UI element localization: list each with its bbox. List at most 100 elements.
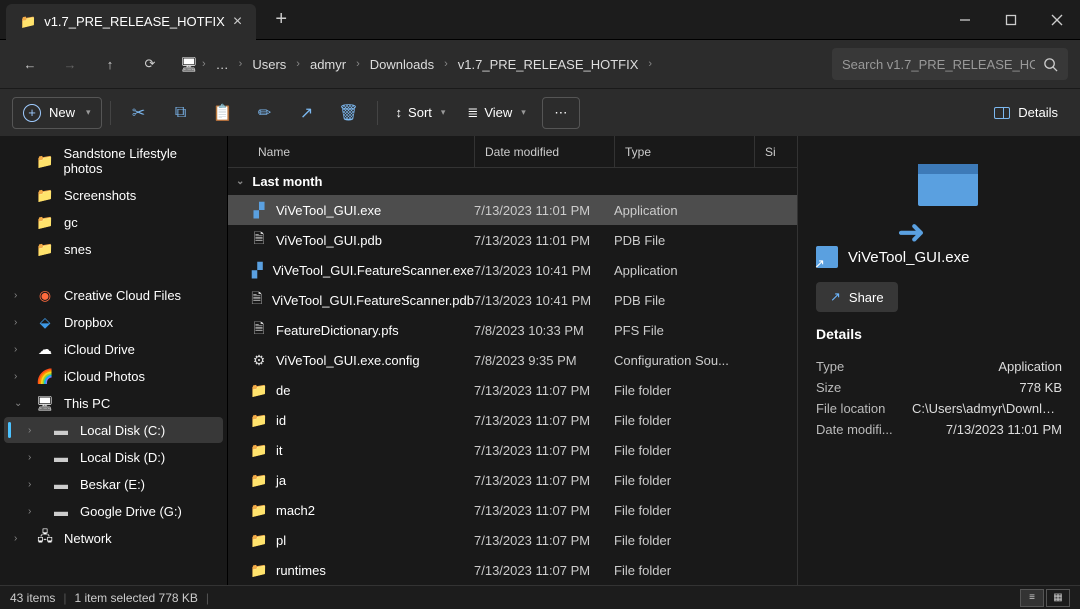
copy-button[interactable]: ⧉ [161, 95, 201, 131]
breadcrumb-item[interactable]: Downloads [364, 53, 440, 76]
group-header[interactable]: ⌄ Last month [228, 168, 797, 195]
chevron-right-icon[interactable]: › [14, 533, 17, 544]
sidebar-item-network[interactable]: › 🖧 Network [4, 525, 223, 551]
share-button[interactable]: ↗ [287, 95, 327, 131]
new-button[interactable]: + New ▾ [12, 97, 102, 129]
column-size[interactable]: Si [754, 136, 794, 167]
file-type: File folder [614, 473, 754, 488]
sidebar-drive-item[interactable]: ›▬Google Drive (G:) [4, 498, 223, 524]
breadcrumb-item[interactable]: v1.7_PRE_RELEASE_HOTFIX [452, 53, 645, 76]
file-row[interactable]: 🗎ViVeTool_GUI.FeatureScanner.pdb 7/13/20… [228, 285, 797, 315]
file-type: File folder [614, 443, 754, 458]
navigation-sidebar[interactable]: 📁Sandstone Lifestyle photos📁Screenshots📁… [0, 136, 228, 585]
chevron-right-icon[interactable]: › [28, 479, 31, 490]
drive-icon: ▬ [52, 422, 70, 438]
chevron-right-icon[interactable]: › [28, 452, 31, 463]
file-row[interactable]: ⚙ViVeTool_GUI.exe.config 7/8/2023 9:35 P… [228, 345, 797, 375]
exe-icon [816, 246, 838, 268]
creative-cloud-icon: ◉ [36, 287, 54, 303]
sidebar-drive-item[interactable]: ›▬Beskar (E:) [4, 471, 223, 497]
chevron-right-icon[interactable]: › [14, 290, 17, 301]
file-row[interactable]: 📁pl 7/13/2023 11:07 PM File folder [228, 525, 797, 555]
sidebar-item[interactable]: 📁Sandstone Lifestyle photos [4, 141, 223, 181]
more-button[interactable]: ⋯ [542, 97, 580, 129]
delete-button[interactable]: 🗑 [329, 95, 369, 131]
refresh-button[interactable]: ⟳ [132, 46, 168, 82]
column-date[interactable]: Date modified [474, 136, 614, 167]
chevron-right-icon[interactable]: › [28, 506, 31, 517]
file-name: runtimes [276, 563, 326, 578]
column-type[interactable]: Type [614, 136, 754, 167]
window-tab[interactable]: 📁 v1.7_PRE_RELEASE_HOTFIX × [6, 4, 256, 40]
folder-icon: 📁 [36, 187, 54, 203]
details-heading: Details [816, 326, 1062, 342]
minimize-button[interactable] [942, 0, 988, 40]
folder-icon: 📁 [250, 502, 268, 518]
breadcrumb-item[interactable]: admyr [304, 53, 352, 76]
chevron-right-icon[interactable]: › [14, 317, 17, 328]
sidebar-label: Google Drive (G:) [80, 504, 182, 519]
file-date: 7/13/2023 11:07 PM [474, 503, 614, 518]
column-name[interactable]: Name [228, 136, 474, 167]
sidebar-drive-item[interactable]: ›▬Local Disk (C:) [4, 417, 223, 443]
chevron-right-icon[interactable]: › [14, 344, 17, 355]
file-list[interactable]: ⌄ Last month ▞ViVeTool_GUI.exe 7/13/2023… [228, 168, 797, 585]
breadcrumb-bar[interactable]: 🖥 › … › Users › admyr › Downloads › v1.7… [180, 53, 820, 76]
title-bar: 📁 v1.7_PRE_RELEASE_HOTFIX × + [0, 0, 1080, 40]
rename-button[interactable]: ✏ [245, 95, 285, 131]
sidebar-item[interactable]: 📁snes [4, 236, 223, 262]
sidebar-item[interactable]: 📁Screenshots [4, 182, 223, 208]
file-row[interactable]: ▞ViVeTool_GUI.exe 7/13/2023 11:01 PM App… [228, 195, 797, 225]
file-row[interactable]: 📁id 7/13/2023 11:07 PM File folder [228, 405, 797, 435]
file-type: Configuration Sou... [614, 353, 754, 368]
column-headers: Name Date modified Type Si [228, 136, 797, 168]
search-icon[interactable] [1043, 57, 1058, 72]
share-button[interactable]: ↗ Share [816, 282, 898, 312]
status-selection: 1 item selected 778 KB [74, 591, 197, 605]
cut-button[interactable]: ✂ [119, 95, 159, 131]
chevron-down-icon[interactable]: ⌄ [14, 398, 22, 409]
sidebar-item[interactable]: 📁gc [4, 209, 223, 235]
file-row[interactable]: 📁runtimes 7/13/2023 11:07 PM File folder [228, 555, 797, 585]
details-value: Application [998, 359, 1062, 374]
details-pane-button[interactable]: Details [984, 99, 1068, 126]
folder-icon: 📁 [36, 241, 54, 257]
sidebar-item[interactable]: ›☁iCloud Drive [4, 336, 223, 362]
sidebar-drive-item[interactable]: ›▬Local Disk (D:) [4, 444, 223, 470]
sidebar-label: Beskar (E:) [80, 477, 145, 492]
chevron-right-icon[interactable]: › [14, 371, 17, 382]
folder-icon: 📁 [36, 214, 54, 230]
sidebar-item-thispc[interactable]: ⌄ 🖥 This PC [4, 390, 223, 416]
sort-button[interactable]: ↕ Sort ▾ [386, 99, 456, 126]
new-tab-button[interactable]: + [264, 3, 298, 37]
up-button[interactable]: ↑ [92, 46, 128, 82]
forward-button[interactable]: → [52, 46, 88, 82]
tab-close-button[interactable]: × [233, 13, 242, 31]
view-label: View [484, 105, 512, 120]
details-view-button[interactable]: ≡ [1020, 589, 1044, 607]
file-row[interactable]: 🗎FeatureDictionary.pfs 7/8/2023 10:33 PM… [228, 315, 797, 345]
breadcrumb-item[interactable]: Users [246, 53, 292, 76]
file-row[interactable]: 📁it 7/13/2023 11:07 PM File folder [228, 435, 797, 465]
file-row[interactable]: 📁de 7/13/2023 11:07 PM File folder [228, 375, 797, 405]
file-row[interactable]: 🗎ViVeTool_GUI.pdb 7/13/2023 11:01 PM PDB… [228, 225, 797, 255]
breadcrumb-overflow[interactable]: … [210, 53, 235, 76]
chevron-right-icon[interactable]: › [28, 425, 31, 436]
view-button[interactable]: ≣ View ▾ [457, 99, 535, 127]
close-button[interactable] [1034, 0, 1080, 40]
back-button[interactable]: ← [12, 46, 48, 82]
sidebar-item[interactable]: ›◉Creative Cloud Files [4, 282, 223, 308]
file-type-large-icon [900, 164, 978, 232]
paste-button[interactable]: 📋 [203, 95, 243, 131]
file-row[interactable]: 📁mach2 7/13/2023 11:07 PM File folder [228, 495, 797, 525]
file-row[interactable]: ▞ViVeTool_GUI.FeatureScanner.exe 7/13/20… [228, 255, 797, 285]
sidebar-item[interactable]: ›🌈iCloud Photos [4, 363, 223, 389]
file-row[interactable]: 📁ja 7/13/2023 11:07 PM File folder [228, 465, 797, 495]
sidebar-item[interactable]: ›⬙Dropbox [4, 309, 223, 335]
maximize-button[interactable] [988, 0, 1034, 40]
search-input[interactable] [842, 57, 1035, 72]
file-name: pl [276, 533, 286, 548]
details-label: Details [1018, 105, 1058, 120]
thumbnails-view-button[interactable]: ▦ [1046, 589, 1070, 607]
search-box[interactable] [832, 48, 1068, 80]
